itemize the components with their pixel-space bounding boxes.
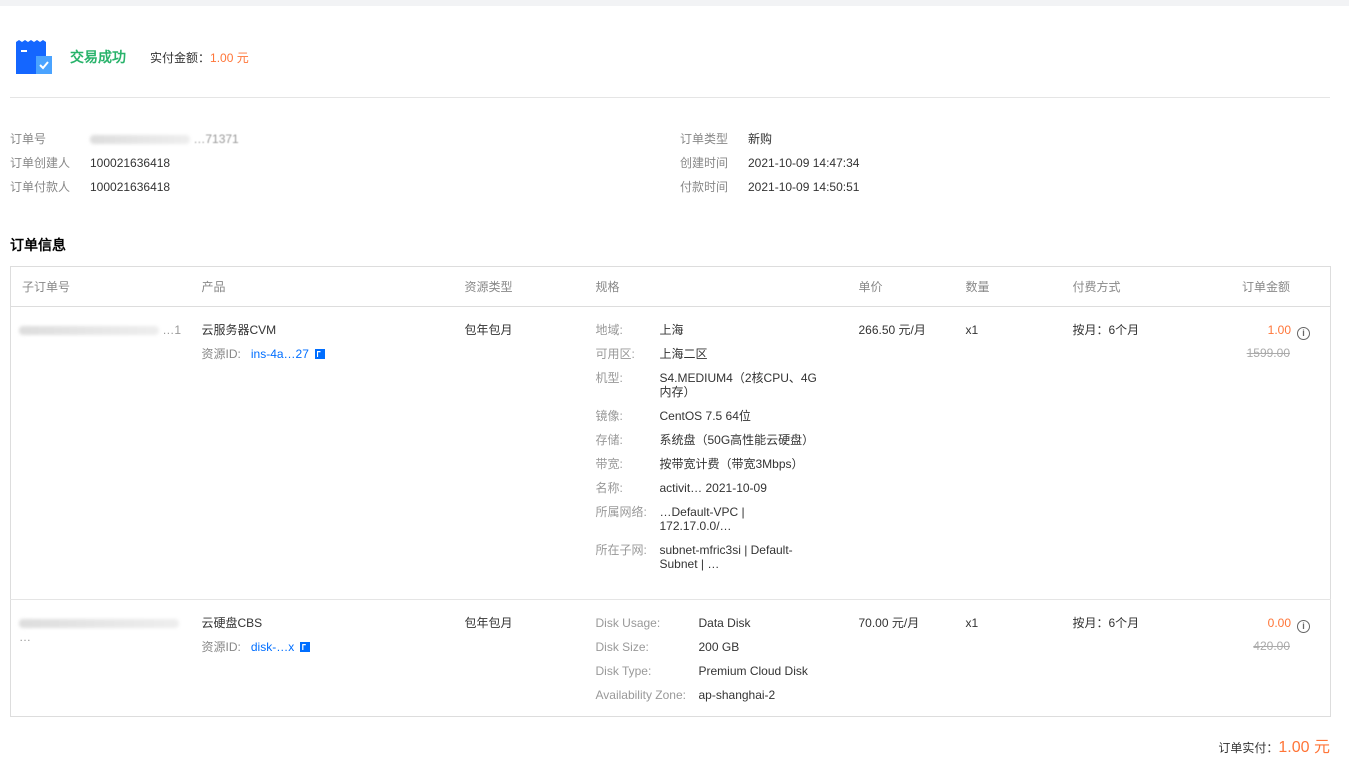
spec-value: ap-shanghai-2 [698,688,776,702]
col-sub-order: 子订单号 [10,266,191,307]
paid-value: 1.00 元 [210,50,249,65]
spec-value: Data Disk [698,616,751,630]
spec-label: 镜像: [595,409,623,423]
order-type-label: 订单类型 [680,132,729,146]
receipt-check-icon [16,40,52,74]
resource-id-link[interactable]: disk-…x [251,640,294,654]
amount-cell: 0.00 i 420.00 [1171,600,1331,717]
spec-value: …Default-VPC | 172.17.0.0/… [659,505,745,533]
top-bar [0,0,1349,6]
amount: 1.00 [1267,323,1291,337]
col-amount: 订单金额 [1170,266,1331,307]
spec-value: S4.MEDIUM4（2核CPU、4G内存） [659,371,817,399]
section-title: 订单信息 [10,237,66,253]
info-icon[interactable]: i [1297,620,1310,633]
spec-label: Disk Usage: [595,616,661,630]
spec-value: activit… 2021-10-09 [659,481,767,495]
sub-order-id: …1 [10,306,191,600]
unit-price: 70.00 元/月 [858,616,920,630]
spec-value: 上海 [659,323,684,337]
product-name: 云硬盘CBS [201,616,263,630]
spec-label: Availability Zone: [595,688,687,702]
info-icon[interactable]: i [1297,327,1310,340]
spec-label: 地域: [595,323,623,337]
order-status-header: 交易成功 实付金额： 1.00 元 [16,40,249,74]
product-cell: 云服务器CVM 资源ID: ins-4a…27 [190,306,454,600]
order-type-value: 新购 [748,132,773,146]
total-label: 订单实付： [1218,741,1279,755]
sub-order-id: … [11,600,191,717]
spec-value: subnet-mfric3si | Default-Subnet | … [659,543,793,571]
col-quantity: 数量 [954,266,1062,307]
divider [10,97,1330,98]
resource-type: 包年包月 [453,306,585,600]
spec-value: CentOS 7.5 64位 [659,409,751,423]
table-header: 子订单号 产品 资源类型 规格 单价 数量 付费方式 订单金额 [10,266,1331,307]
quantity: x1 [965,616,979,630]
table-row: …1 云服务器CVM 资源ID: ins-4a…27 包年包月 地域: 上海可用区… [10,306,1331,600]
spec-cell: 地域: 上海可用区: 上海二区机型: S4.MEDIUM4（2核CPU、4G内存） 镜像… [584,306,848,600]
product-cell: 云硬盘CBS 资源ID: disk-…x [191,600,454,717]
spec-value: 200 GB [698,640,740,654]
spec-value: 上海二区 [659,347,708,361]
col-unit-price: 单价 [847,266,955,307]
payer-value: 100021636418 [90,180,171,194]
billing-mode: 按月：6个月 [1061,306,1171,600]
spec-value: 按带宽计费（带宽3Mbps） [659,457,804,471]
unit-price: 266.50 元/月 [847,306,955,600]
external-link-icon[interactable] [314,349,325,359]
table-row: … 云硬盘CBS 资源ID: disk-…x 包年包月 Disk Usage: D… [11,600,1331,717]
resource-id: 资源ID: ins-4a…27 [202,347,454,361]
created-time-value: 2021-10-09 14:47:34 [748,156,860,170]
spec-value: Premium Cloud Disk [698,664,808,678]
order-id-label: 订单号 [10,132,47,146]
col-product: 产品 [190,266,454,307]
payer-label: 订单付款人 [10,180,71,194]
paid-time-label: 付款时间 [680,180,729,194]
spec-label: Disk Size: [595,640,649,654]
resource-id-label: 资源ID: [201,640,241,654]
creator-label: 订单创建人 [10,156,71,170]
original-price: 420.00 [1253,639,1290,653]
col-resource-type: 资源类型 [453,266,585,307]
order-id-value: …71371 [90,132,239,146]
resource-type: 包年包月 [464,616,513,630]
resource-id-label: 资源ID: [201,347,241,361]
paid-time-value: 2021-10-09 14:50:51 [748,180,860,194]
order-info-right: 订单类型 新购 创建时间 2021-10-09 14:47:34 付款时间 20… [680,132,859,194]
product-name: 云服务器CVM [201,323,277,337]
total-value: 1.00 元 [1278,739,1330,756]
order-items-table: 子订单号 产品 资源类型 规格 单价 数量 付费方式 订单金额 …1 云服务器C… [10,266,1331,717]
paid-label: 实付金额： [150,50,211,65]
order-info-left: 订单号 …71371 订单创建人 100021636418 订单付款人 1000… [10,132,239,194]
billing-mode: 按月：6个月 [1072,616,1140,630]
spec-label: 所属网络: [595,505,647,519]
spec-cell: Disk Usage: Data Disk Disk Size: 200 GB Disk… [585,600,848,717]
spec-label: Disk Type: [595,664,652,678]
spec-label: 所在子网: [595,543,647,557]
amount: 0.00 [1267,616,1291,630]
created-time-label: 创建时间 [680,156,729,170]
quantity: x1 [954,306,1062,600]
status-text: 交易成功 [70,49,126,65]
col-spec: 规格 [584,266,848,307]
creator-value: 100021636418 [90,156,171,170]
resource-id-link[interactable]: ins-4a…27 [251,347,309,361]
spec-value: 系统盘（50G高性能云硬盘） [659,433,815,447]
spec-label: 机型: [595,371,623,385]
spec-label: 名称: [595,481,623,495]
order-total: 订单实付：1.00 元 [1218,733,1330,757]
spec-label: 存储: [595,433,623,447]
original-price: 1599.00 [1246,346,1290,360]
col-billing: 付费方式 [1061,266,1171,307]
resource-id: 资源ID: disk-…x [202,640,454,654]
external-link-icon[interactable] [300,642,311,652]
amount-cell: 1.00 i 1599.00 [1170,306,1331,600]
spec-label: 可用区: [595,347,635,361]
spec-label: 带宽: [595,457,623,471]
